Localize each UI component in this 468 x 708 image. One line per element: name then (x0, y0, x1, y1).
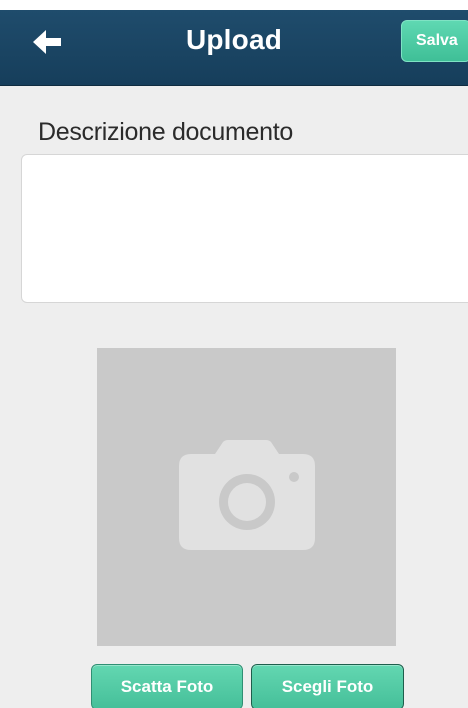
photo-preview (97, 348, 396, 646)
choose-photo-button[interactable]: Scegli Foto (251, 664, 404, 708)
page-title: Upload (185, 24, 283, 55)
take-photo-button[interactable]: Scatta Foto (91, 664, 243, 708)
description-label: Descrizione documento (38, 118, 293, 146)
upload-screen: Upload Salva Descrizione documento Scatt… (0, 0, 468, 708)
save-button[interactable]: Salva (401, 20, 468, 62)
camera-icon (178, 439, 315, 555)
description-input[interactable] (21, 154, 468, 303)
app-header: Upload Salva (0, 10, 468, 86)
status-strip (0, 0, 468, 10)
